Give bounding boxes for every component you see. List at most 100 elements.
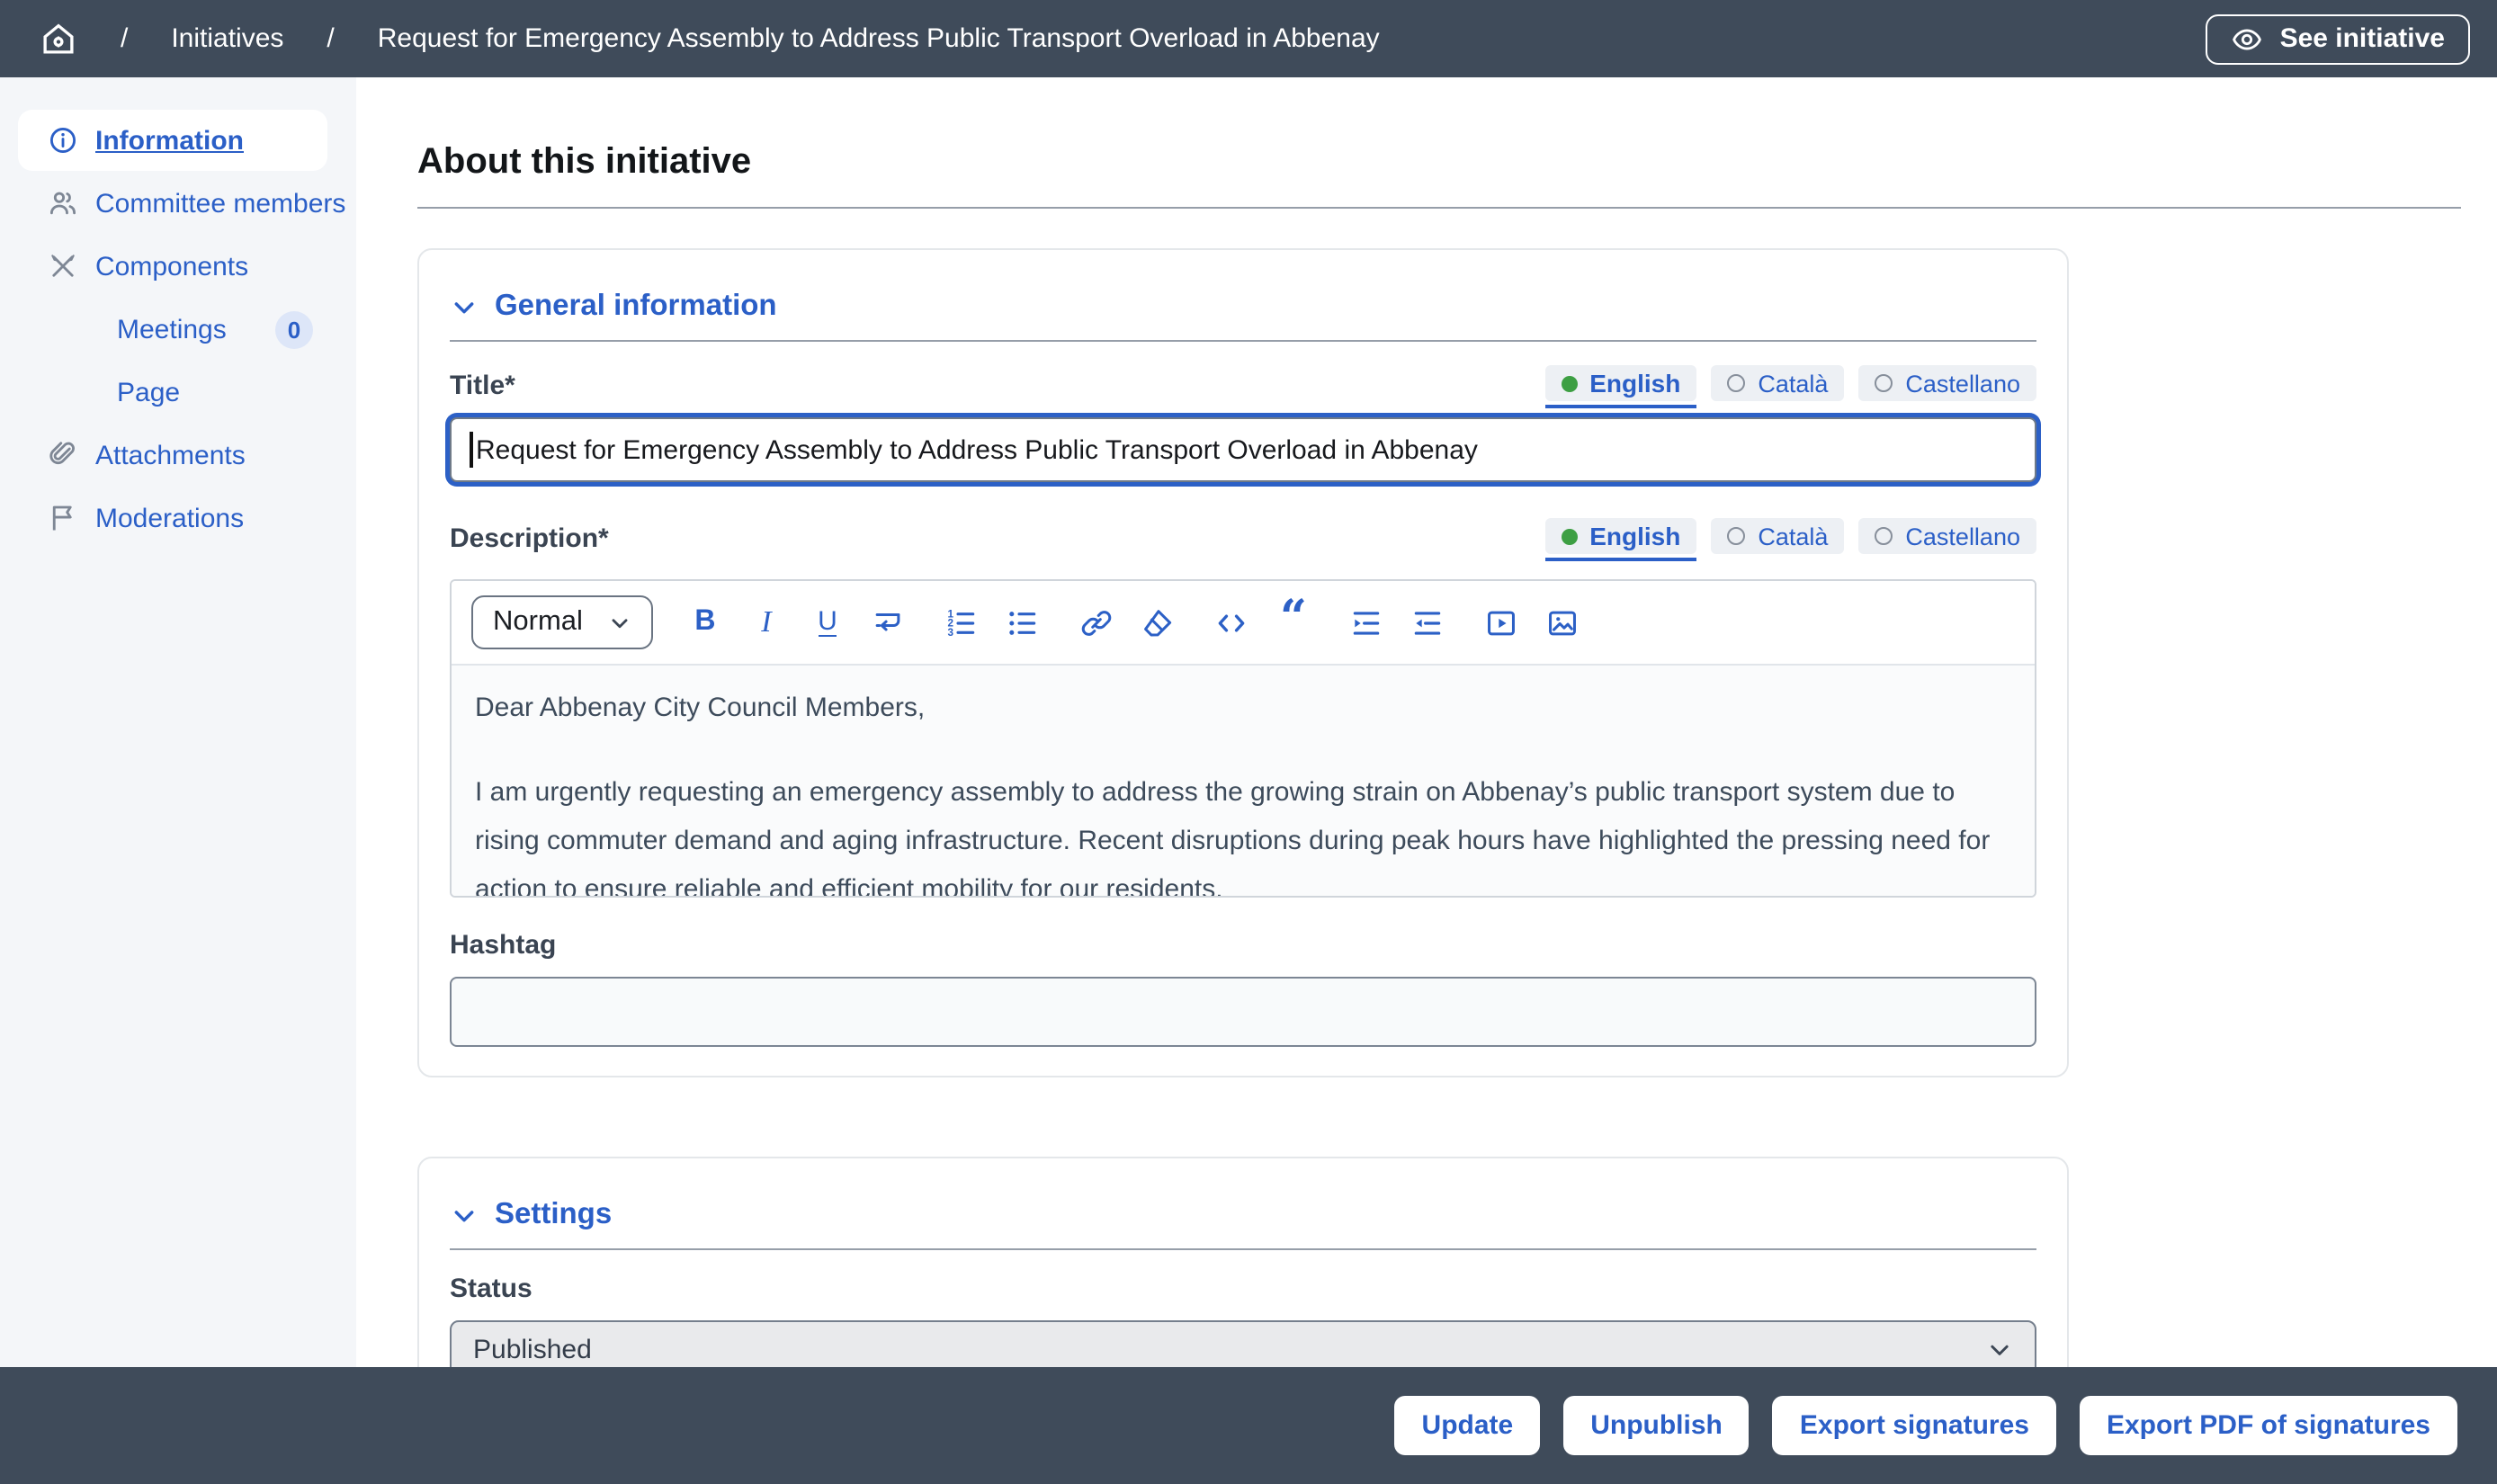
empty-circle-icon	[1875, 527, 1893, 545]
attachment-icon	[47, 439, 79, 471]
bold-icon[interactable]: B	[685, 603, 725, 642]
main-content: About this initiative General informatio…	[356, 77, 2497, 1367]
breadcrumb-separator: /	[327, 23, 334, 54]
information-icon	[47, 124, 79, 156]
chevron-down-icon	[450, 1201, 479, 1229]
description-paragraph: I am urgently requesting an emergency as…	[475, 768, 2011, 896]
sidebar-item-attachments[interactable]: Attachments	[0, 425, 356, 486]
breadcrumb-initiatives[interactable]: Initiatives	[171, 23, 283, 54]
divider	[450, 340, 2036, 342]
editor-toolbar: Normal B I U	[452, 581, 2035, 666]
settings-card: Settings Status Published	[417, 1157, 2069, 1367]
section-title: Settings	[495, 1198, 612, 1232]
paragraph-style-value: Normal	[493, 606, 583, 639]
eye-icon	[2232, 22, 2264, 55]
page-title: About this initiative	[417, 142, 2461, 183]
image-icon[interactable]	[1544, 603, 1583, 642]
language-tab-english[interactable]: English	[1544, 518, 1696, 554]
unpublish-button[interactable]: Unpublish	[1563, 1396, 1750, 1455]
underline-icon[interactable]: U	[808, 603, 847, 642]
general-information-toggle[interactable]: General information	[450, 290, 2036, 324]
export-pdf-signatures-button[interactable]: Export PDF of signatures	[2080, 1396, 2457, 1455]
settings-toggle[interactable]: Settings	[450, 1198, 2036, 1232]
sidebar-item-meetings[interactable]: Meetings 0	[0, 299, 356, 360]
language-tab-catala[interactable]: Català	[1711, 365, 1844, 401]
section-title: General information	[495, 290, 777, 324]
see-initiative-label: See initiative	[2280, 23, 2445, 54]
sidebar-item-label: Page	[117, 377, 180, 407]
status-select-value: Published	[473, 1335, 592, 1365]
export-signatures-button[interactable]: Export signatures	[1773, 1396, 2056, 1455]
language-tab-catala[interactable]: Català	[1711, 518, 1844, 554]
status-select[interactable]: Published	[450, 1320, 2036, 1367]
sidebar-item-moderations[interactable]: Moderations	[0, 487, 356, 549]
chevron-down-icon	[450, 292, 479, 321]
indent-increase-icon[interactable]	[1347, 603, 1387, 642]
sidebar-item-label: Committee members	[95, 188, 345, 219]
empty-circle-icon	[1727, 374, 1745, 392]
line-break-icon[interactable]	[869, 603, 908, 642]
sidebar-item-label: Meetings	[117, 314, 227, 344]
committee-members-icon	[47, 187, 79, 219]
sidebar-item-label: Attachments	[95, 440, 246, 470]
blockquote-icon[interactable]: “	[1274, 603, 1313, 642]
language-tab-label: Català	[1758, 370, 1828, 397]
text-cursor	[470, 432, 472, 468]
language-tab-label: Castellano	[1905, 523, 2020, 550]
update-button[interactable]: Update	[1395, 1396, 1541, 1455]
svg-text:3: 3	[948, 626, 954, 638]
link-icon[interactable]	[1078, 603, 1117, 642]
language-tabs: English Català Castellano	[1544, 518, 2036, 554]
paragraph-style-select[interactable]: Normal	[471, 595, 653, 649]
filled-dot-icon	[1561, 528, 1577, 544]
sidebar-item-label: Information	[95, 125, 244, 156]
breadcrumb: / Initiatives / Request for Emergency As…	[40, 20, 1380, 58]
language-tab-label: Català	[1758, 523, 1828, 550]
general-information-card: General information Title* English Catal…	[417, 248, 2069, 1077]
sidebar-item-committee-members[interactable]: Committee members	[0, 173, 356, 234]
language-tab-label: English	[1589, 522, 1680, 550]
description-editor-body[interactable]: Dear Abbenay City Council Members, I am …	[452, 666, 2035, 896]
breadcrumb-separator: /	[121, 23, 128, 54]
description-paragraph: Dear Abbenay City Council Members,	[475, 684, 2011, 732]
unordered-list-icon[interactable]	[1004, 603, 1043, 642]
language-tab-label: Castellano	[1905, 370, 2020, 397]
hashtag-label: Hashtag	[450, 930, 2036, 961]
language-tab-english[interactable]: English	[1544, 365, 1696, 401]
language-tab-label: English	[1589, 369, 1680, 398]
topbar: / Initiatives / Request for Emergency As…	[0, 0, 2497, 77]
content-shell: Information Committee members	[0, 77, 2497, 1367]
empty-circle-icon	[1875, 374, 1893, 392]
description-editor: Normal B I U	[450, 579, 2036, 898]
sidebar-item-page[interactable]: Page	[0, 362, 356, 423]
ordered-list-icon[interactable]: 1 2 3	[943, 603, 982, 642]
empty-circle-icon	[1727, 527, 1745, 545]
divider	[450, 1248, 2036, 1250]
meetings-count-badge: 0	[275, 310, 313, 348]
action-bar: Update Unpublish Export signatures Expor…	[0, 1367, 2497, 1484]
hashtag-input[interactable]	[450, 977, 2036, 1047]
sidebar-item-label: Components	[95, 251, 248, 282]
breadcrumb-current-page: Request for Emergency Assembly to Addres…	[378, 23, 1380, 54]
title-input-value: Request for Emergency Assembly to Addres…	[476, 434, 1478, 465]
sidebar-item-label: Moderations	[95, 503, 244, 533]
clear-format-icon[interactable]	[1139, 603, 1178, 642]
title-input[interactable]: Request for Emergency Assembly to Addres…	[450, 417, 2036, 482]
sidebar-item-information[interactable]: Information	[18, 110, 327, 171]
chevron-down-icon	[1986, 1336, 2013, 1363]
italic-icon[interactable]: I	[747, 603, 786, 642]
description-label: Description*	[450, 523, 609, 554]
status-label: Status	[450, 1274, 2036, 1304]
app-root: / Initiatives / Request for Emergency As…	[0, 0, 2497, 1484]
see-initiative-button[interactable]: See initiative	[2206, 13, 2470, 64]
language-tabs: English Català Castellano	[1544, 365, 2036, 401]
code-icon[interactable]	[1213, 603, 1252, 642]
sidebar-item-components[interactable]: Components	[0, 236, 356, 297]
sidebar: Information Committee members	[0, 77, 356, 1367]
indent-decrease-icon[interactable]	[1409, 603, 1448, 642]
language-tab-castellano[interactable]: Castellano	[1858, 518, 2036, 554]
language-tab-castellano[interactable]: Castellano	[1858, 365, 2036, 401]
embed-video-icon[interactable]	[1482, 603, 1522, 642]
home-gear-icon[interactable]	[40, 20, 77, 58]
filled-dot-icon	[1561, 375, 1577, 391]
